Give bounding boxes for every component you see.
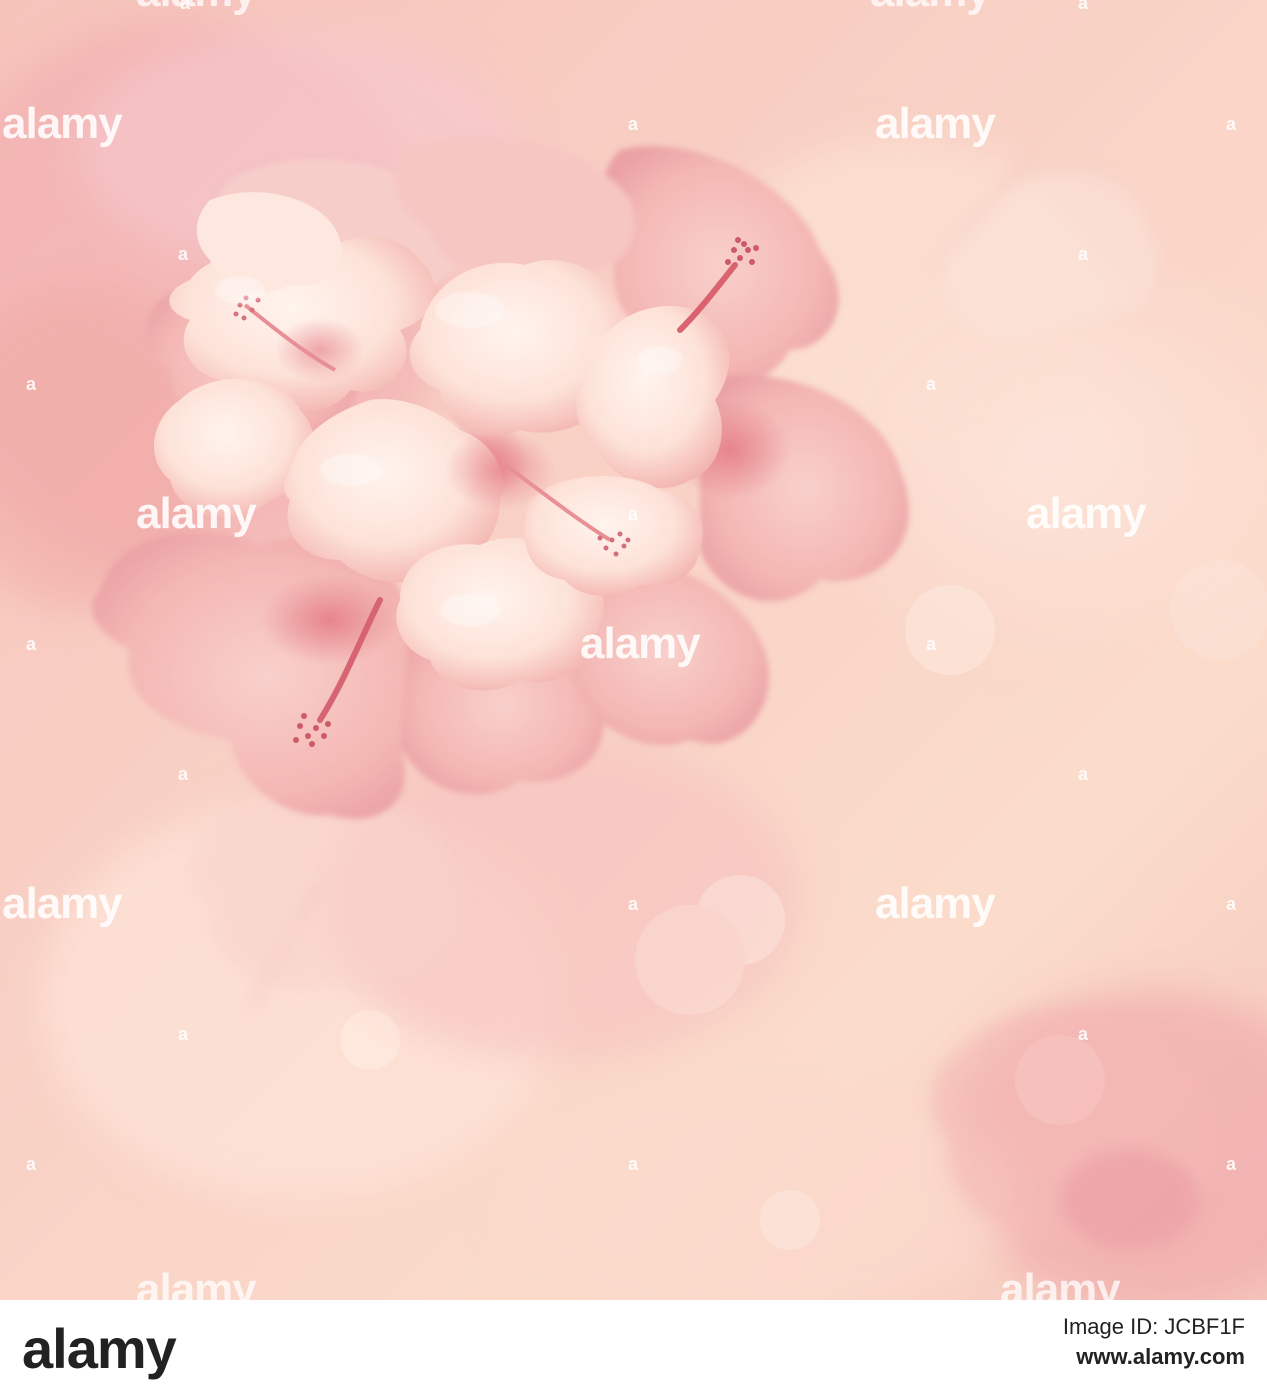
footer-bar: alamy Image ID: JCBF1F www.alamy.com [0,1300,1267,1390]
footer-url: www.alamy.com [1076,1344,1245,1369]
image-id: Image ID: JCBF1F [1062,1314,1245,1339]
footer-meta: Image ID: JCBF1F www.alamy.com [1063,1312,1245,1372]
hibiscus-artwork: alamy alamy alamy alamy alamy alamy alam… [0,0,1267,1300]
stock-photo-page: alamy alamy alamy alamy alamy alamy alam… [0,0,1267,1390]
hibiscus-illustration [0,0,1267,1300]
footer-logo: alamy [22,1317,177,1380]
